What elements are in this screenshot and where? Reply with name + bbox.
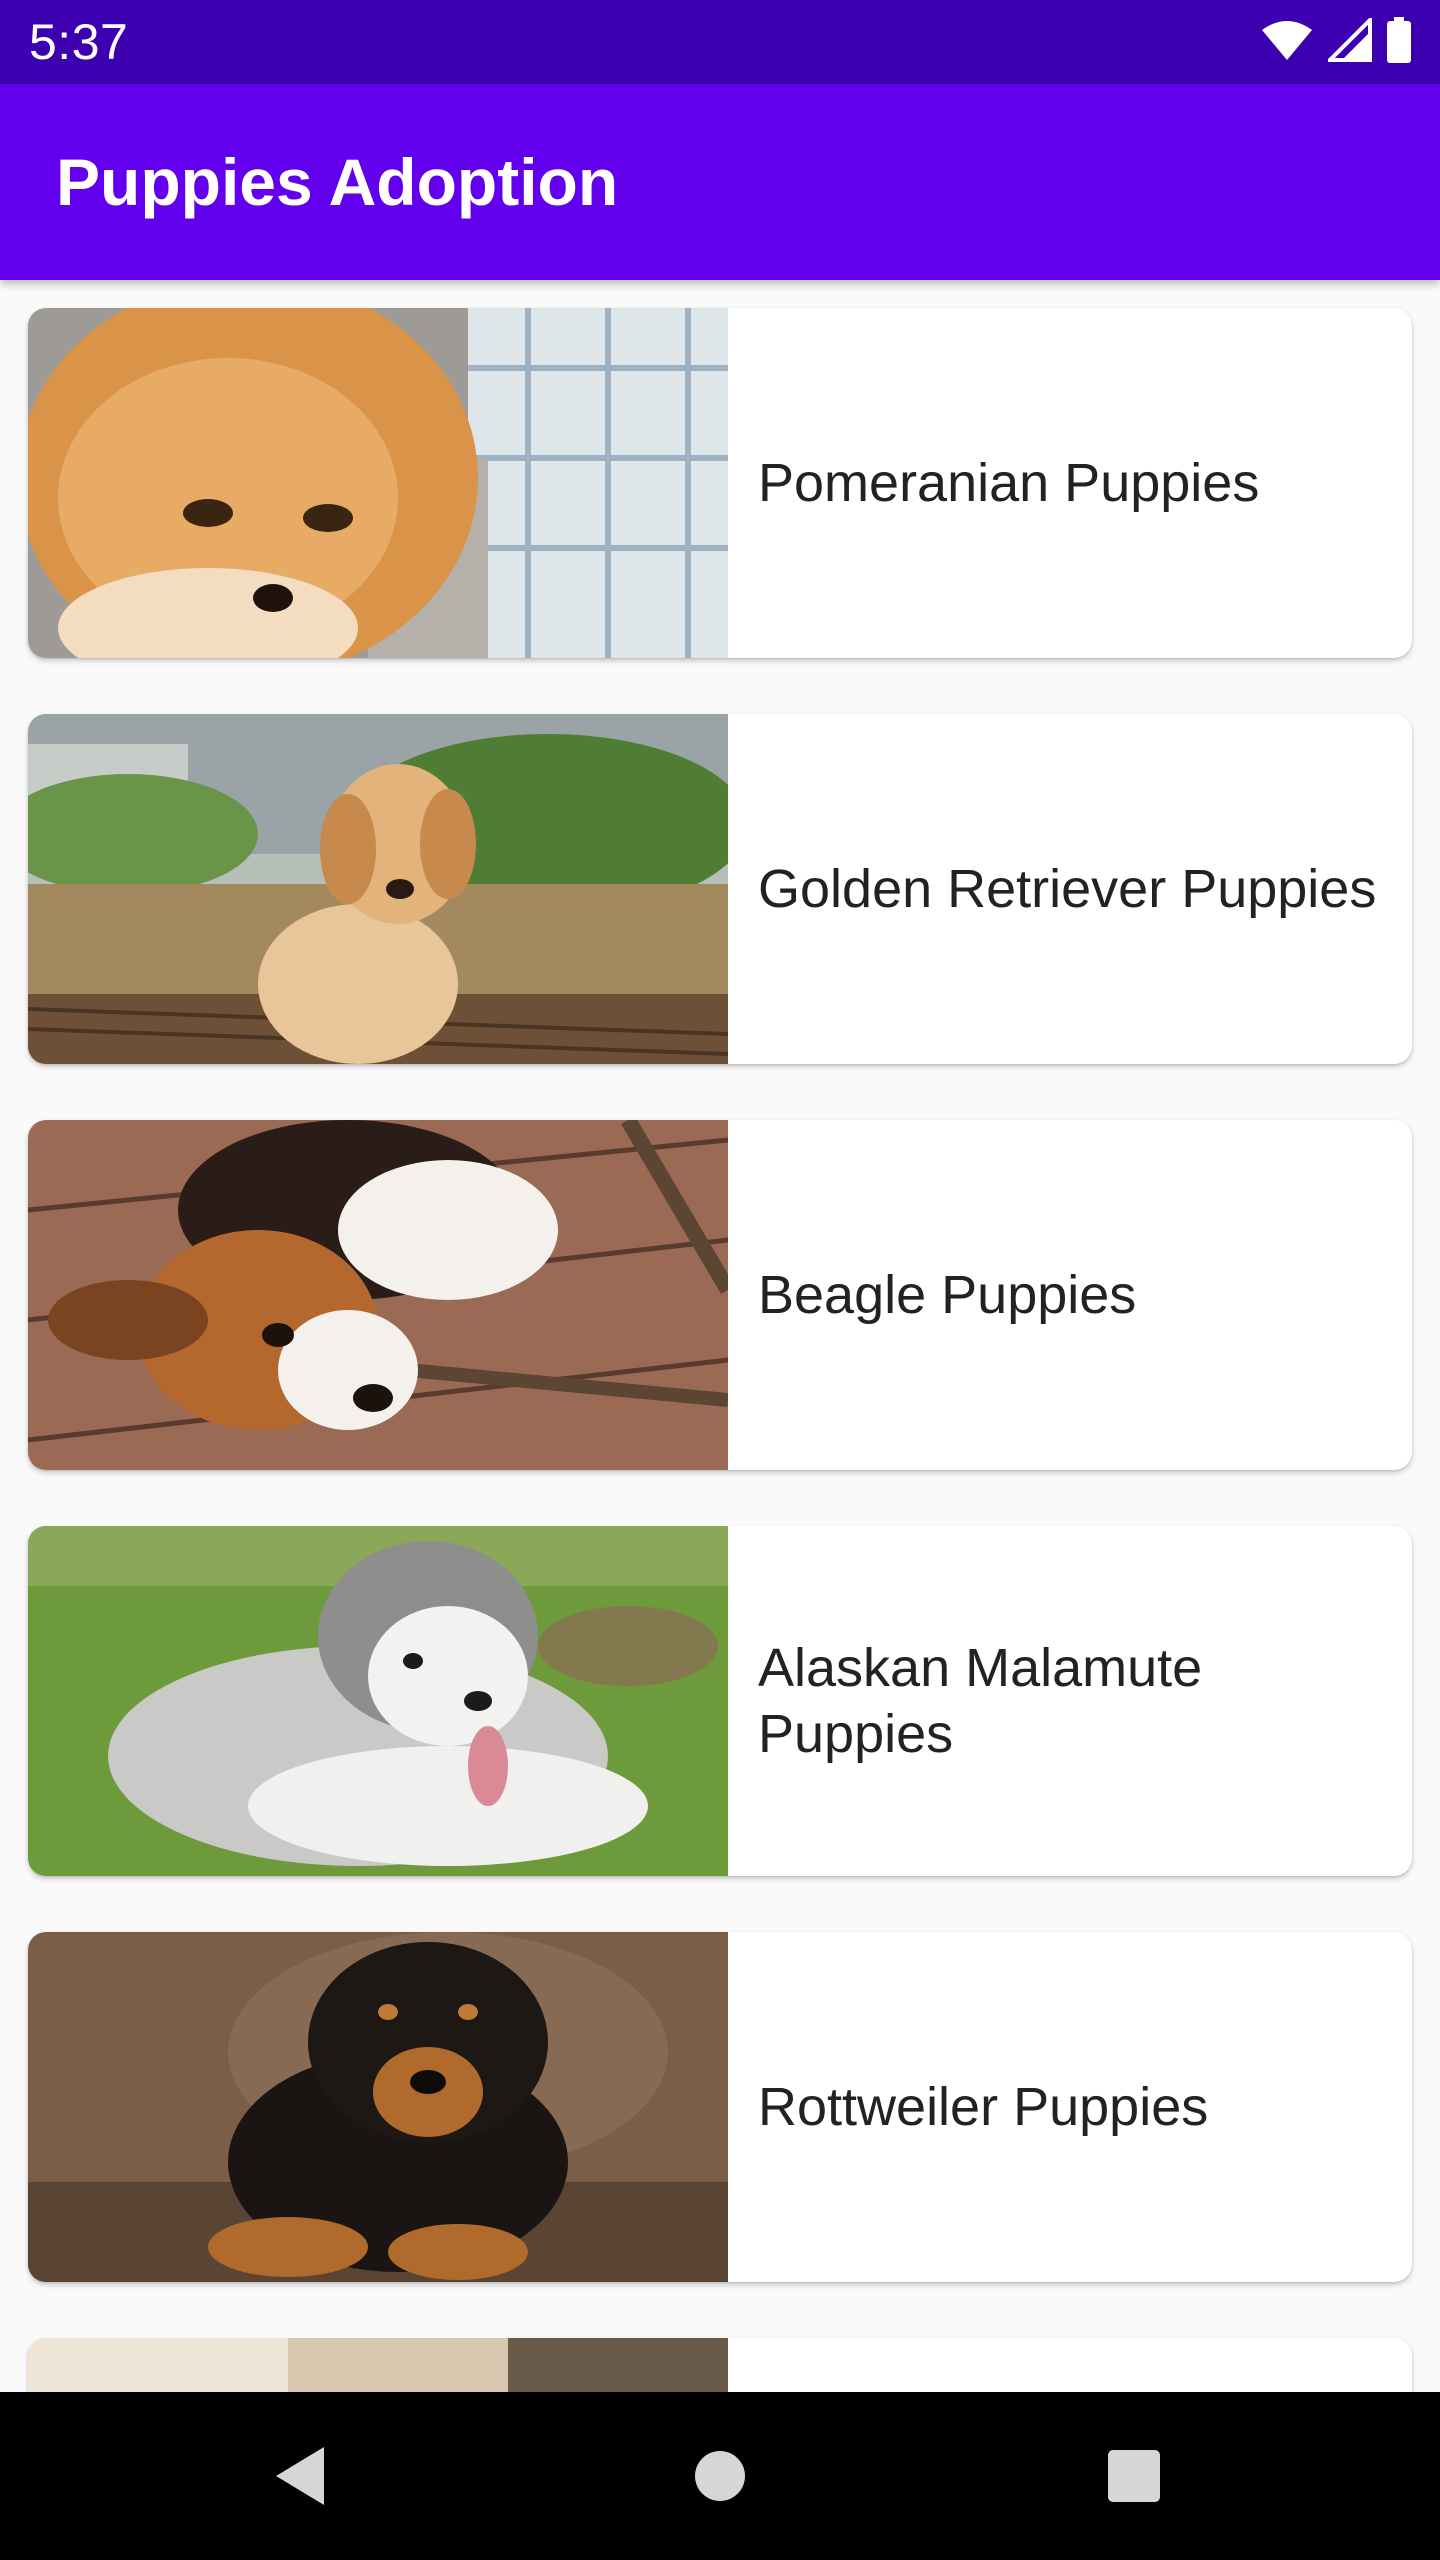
- partial-puppy-photo: [28, 2338, 728, 2392]
- puppy-card-title: Alaskan Malamute Puppies: [758, 1638, 1203, 1764]
- puppy-card-title: Pomeranian Puppies: [758, 453, 1260, 513]
- puppy-card[interactable]: Rottweiler Puppies: [28, 1932, 1412, 2282]
- puppy-card[interactable]: Pomeranian Puppies: [28, 308, 1412, 658]
- battery-icon: [1386, 16, 1412, 68]
- wifi-icon: [1260, 18, 1314, 67]
- rottweiler-puppy-photo: [28, 1932, 728, 2282]
- puppy-card[interactable]: Beagle Puppies: [28, 1120, 1412, 1470]
- puppy-card-title: [728, 2338, 1412, 2392]
- puppy-card[interactable]: [28, 2338, 1412, 2392]
- app-bar: Puppies Adoption: [0, 84, 1440, 280]
- status-time: 5:37: [29, 14, 129, 70]
- puppy-card[interactable]: Alaskan Malamute Puppies: [28, 1526, 1412, 1876]
- pomeranian-puppy-photo: [28, 308, 728, 658]
- status-bar: 5:37: [0, 0, 1440, 84]
- puppy-card-title: Beagle Puppies: [758, 1265, 1137, 1325]
- signal-icon: [1325, 14, 1372, 67]
- puppy-card-title: Golden Retriever Puppies: [758, 859, 1377, 919]
- recents-icon[interactable]: [1054, 2392, 1214, 2560]
- puppy-card[interactable]: Golden Retriever Puppies: [28, 714, 1412, 1064]
- app-title: Puppies Adoption: [56, 145, 619, 219]
- status-icons: [1260, 14, 1412, 68]
- navigation-bar: [0, 2392, 1440, 2560]
- puppy-list[interactable]: Pomeranian Puppies Golden Retriever Pupp…: [0, 280, 1440, 2392]
- puppy-card-title: Rottweiler Puppies: [758, 2077, 1209, 2137]
- back-icon[interactable]: [220, 2392, 380, 2560]
- beagle-puppy-photo: [28, 1120, 728, 1470]
- home-icon[interactable]: [640, 2392, 800, 2560]
- golden-retriever-puppy-photo: [28, 714, 728, 1064]
- alaskan-malamute-puppy-photo: [28, 1526, 728, 1876]
